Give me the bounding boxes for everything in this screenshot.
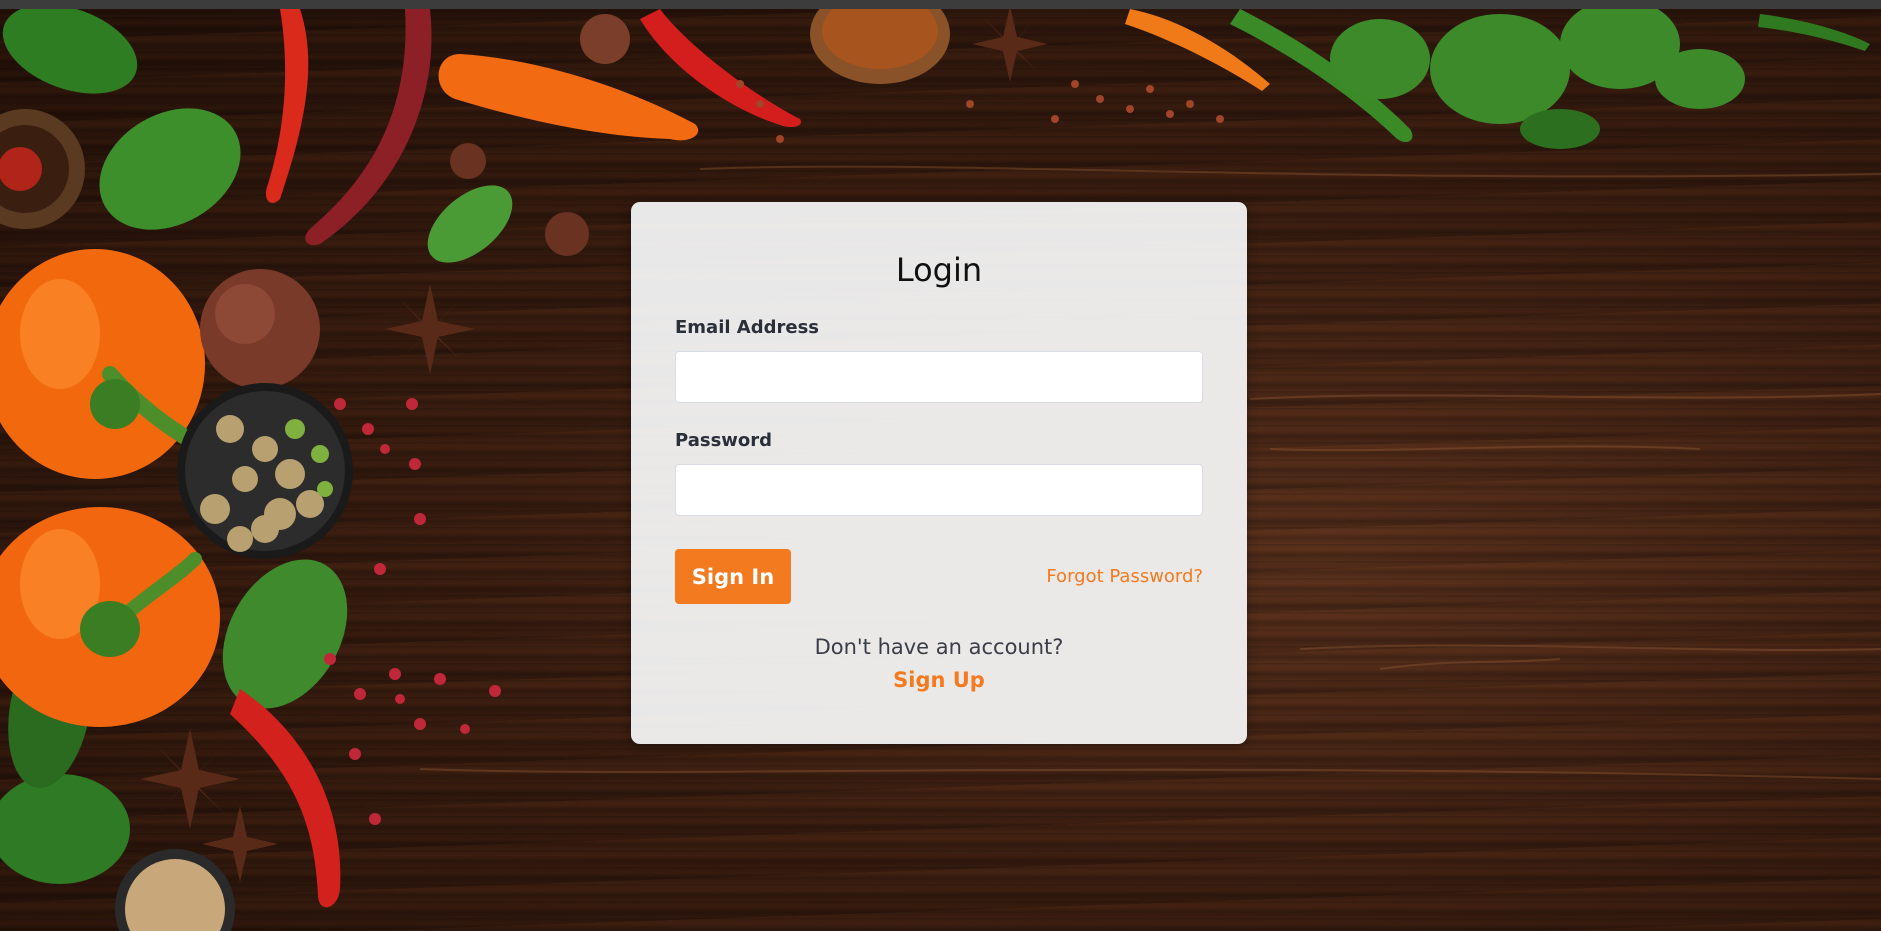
login-card: Login Email Address Password Sign In For… [631, 202, 1247, 744]
signup-prompt: Don't have an account? Sign Up [675, 632, 1203, 694]
browser-top-strip [0, 0, 1881, 9]
email-field[interactable] [675, 351, 1203, 403]
login-title: Login [895, 251, 983, 289]
password-label: Password [675, 430, 773, 451]
password-field[interactable] [675, 464, 1203, 516]
forgot-password-link[interactable]: Forgot Password? [1046, 566, 1203, 587]
login-actions: Sign In Forgot Password? [675, 549, 1203, 604]
sign-in-button[interactable]: Sign In [675, 549, 791, 604]
sign-up-link[interactable]: Sign Up [893, 666, 985, 694]
no-account-text: Don't have an account? [814, 635, 1064, 659]
email-label: Email Address [675, 317, 820, 338]
